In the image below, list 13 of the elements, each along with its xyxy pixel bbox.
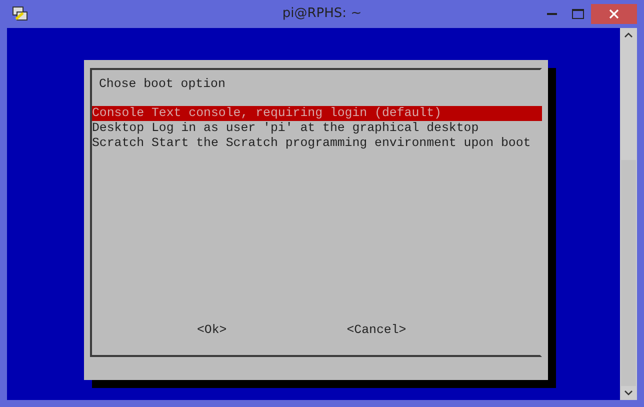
close-button[interactable] [591, 4, 637, 24]
scrollbar[interactable] [620, 28, 637, 400]
terminal-app-icon [11, 5, 29, 23]
window-title: pi@RPHS: ~ [282, 6, 362, 21]
scrollbar-thumb[interactable] [621, 160, 636, 386]
maximize-icon [572, 9, 584, 19]
close-icon [609, 9, 619, 19]
menu-option[interactable]: Desktop Log in as user 'pi' at the graphical desktop [92, 121, 542, 136]
menu-option[interactable]: Scratch Start the Scratch programming environment upon boot [92, 136, 542, 151]
dialog-button[interactable]: <Cancel> [346, 323, 406, 337]
dialog-title: Chose boot option [98, 76, 226, 92]
minimize-icon [547, 13, 557, 15]
dialog-button[interactable]: <Ok> [197, 323, 227, 337]
